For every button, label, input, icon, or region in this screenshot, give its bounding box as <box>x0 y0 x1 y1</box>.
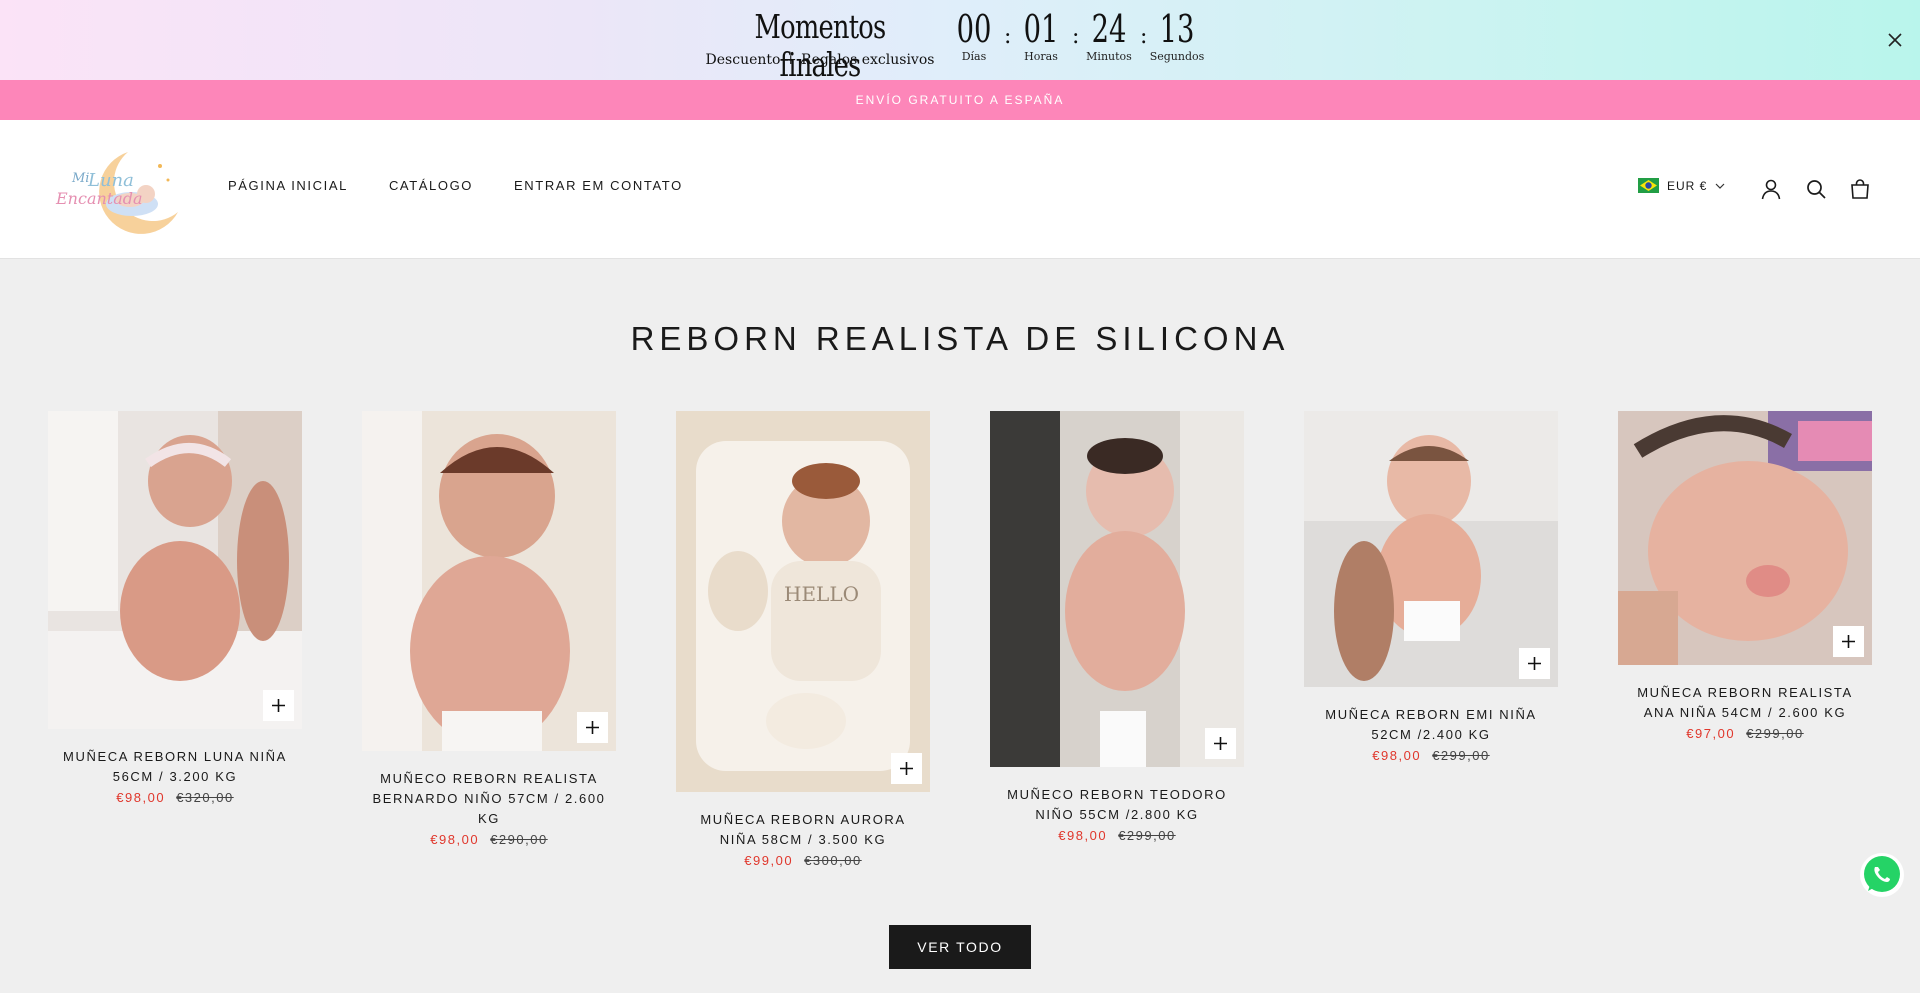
product-photo <box>48 411 302 729</box>
product-title[interactable]: MUÑECA REBORN REALISTA ANA NIÑA 54CM / 2… <box>1618 683 1872 723</box>
chevron-down-icon <box>1715 183 1725 189</box>
nav-home[interactable]: PÁGINA INICIAL <box>228 178 348 193</box>
announcement-bar: ENVÍO GRATUITO A ESPAÑA <box>0 80 1920 120</box>
countdown-seconds-label: Segundos <box>1149 50 1205 63</box>
countdown-seconds-value: 13 <box>1159 7 1195 51</box>
product-photo <box>362 411 616 751</box>
countdown-minutes-label: Minutos <box>1086 50 1132 63</box>
countdown-hours-label: Horas <box>1024 50 1058 63</box>
plus-icon <box>1214 737 1227 750</box>
product-title[interactable]: MUÑECA REBORN EMI NIÑA 52CM /2.400 KG <box>1304 705 1558 745</box>
countdown-days: 00 Días <box>946 8 1002 63</box>
product-price: €99,00 €300,00 <box>676 853 930 868</box>
plus-icon <box>1528 657 1541 670</box>
compare-price: €320,00 <box>176 790 234 805</box>
product-image[interactable] <box>1304 411 1558 687</box>
sale-price: €98,00 <box>1372 748 1422 763</box>
quick-add-button[interactable] <box>891 753 922 784</box>
compare-price: €300,00 <box>804 853 862 868</box>
quick-add-button[interactable] <box>1205 728 1236 759</box>
nav-contact[interactable]: ENTRAR EM CONTATO <box>514 178 683 193</box>
product-price: €98,00 €299,00 <box>1304 748 1558 763</box>
product-title[interactable]: MUÑECO REBORN REALISTA BERNARDO NIÑO 57C… <box>362 769 616 829</box>
compare-price: €290,00 <box>490 832 548 847</box>
product-title[interactable]: MUÑECO REBORN TEODORO NIÑO 55CM /2.800 K… <box>990 785 1244 825</box>
product-title[interactable]: MUÑECA REBORN LUNA NIÑA 56CM / 3.200 KG <box>48 747 302 787</box>
plus-icon <box>900 762 913 775</box>
store-logo[interactable]: Mi Luna Encantada <box>50 146 188 236</box>
countdown-separator: : <box>1004 24 1012 49</box>
product-image[interactable] <box>48 411 302 729</box>
product-price: €98,00 €299,00 <box>990 828 1244 843</box>
compare-price: €299,00 <box>1118 828 1176 843</box>
countdown-days-value: 00 <box>956 7 992 51</box>
product-photo <box>1304 411 1558 687</box>
sale-price: €97,00 <box>1686 726 1736 741</box>
product-card[interactable]: HELLO MUÑECA REBORN AURORA NIÑA 58CM / 3… <box>676 411 930 868</box>
countdown-title: Momentos finales <box>754 7 887 84</box>
compare-price: €299,00 <box>1432 748 1490 763</box>
brazil-flag-icon <box>1638 178 1659 193</box>
sale-price: €98,00 <box>1058 828 1108 843</box>
close-countdown-button[interactable] <box>1880 22 1910 58</box>
product-price: €97,00 €299,00 <box>1618 726 1872 741</box>
svg-text:Encantada: Encantada <box>55 189 143 208</box>
nav-catalog[interactable]: CATÁLOGO <box>389 178 473 193</box>
quick-add-button[interactable] <box>577 712 608 743</box>
countdown-separator: : <box>1140 24 1148 49</box>
view-all-button[interactable]: VER TODO <box>889 925 1031 969</box>
product-image[interactable] <box>990 411 1244 767</box>
quick-add-button[interactable] <box>263 690 294 721</box>
product-photo: HELLO <box>676 411 930 792</box>
product-image[interactable]: HELLO <box>676 411 930 792</box>
plus-icon <box>586 721 599 734</box>
svg-text:Luna: Luna <box>87 170 134 191</box>
countdown-seconds: 13 Segundos <box>1149 8 1205 63</box>
svg-text:Mi: Mi <box>71 171 89 186</box>
product-card[interactable]: MUÑECA REBORN EMI NIÑA 52CM /2.400 KG €9… <box>1304 411 1558 763</box>
currency-selector[interactable]: EUR € <box>1638 178 1725 193</box>
countdown-hours: 01 Horas <box>1013 8 1069 63</box>
sale-price: €98,00 <box>116 790 166 805</box>
cart-icon[interactable] <box>1849 178 1871 200</box>
product-title[interactable]: MUÑECA REBORN AURORA NIÑA 58CM / 3.500 K… <box>676 810 930 850</box>
plus-icon <box>1842 635 1855 648</box>
site-header: Mi Luna Encantada PÁGINA INICIAL CATÁLOG… <box>0 120 1920 259</box>
product-price: €98,00 €290,00 <box>362 832 616 847</box>
countdown-separator: : <box>1072 24 1080 49</box>
product-card[interactable]: MUÑECA REBORN LUNA NIÑA 56CM / 3.200 KG … <box>48 411 302 805</box>
account-icon[interactable] <box>1760 178 1782 200</box>
sale-price: €98,00 <box>430 832 480 847</box>
plus-icon <box>272 699 285 712</box>
countdown-days-label: Días <box>961 50 987 63</box>
countdown-minutes: 24 Minutos <box>1081 8 1137 63</box>
product-card[interactable]: MUÑECA REBORN REALISTA ANA NIÑA 54CM / 2… <box>1618 411 1872 741</box>
compare-price: €299,00 <box>1746 726 1804 741</box>
whatsapp-icon[interactable] <box>1859 852 1905 898</box>
search-icon[interactable] <box>1805 178 1827 200</box>
product-card[interactable]: MUÑECO REBORN REALISTA BERNARDO NIÑO 57C… <box>362 411 616 847</box>
countdown-bar: Momentos finales Descuento + Regalos exc… <box>0 0 1920 84</box>
product-price: €98,00 €320,00 <box>48 790 302 805</box>
product-card[interactable]: MUÑECO REBORN TEODORO NIÑO 55CM /2.800 K… <box>990 411 1244 843</box>
quick-add-button[interactable] <box>1519 648 1550 679</box>
close-icon <box>1888 33 1902 47</box>
product-photo <box>990 411 1244 767</box>
sale-price: €99,00 <box>744 853 794 868</box>
countdown-hours-value: 01 <box>1023 7 1059 51</box>
moon-baby-logo-icon: Mi Luna Encantada <box>55 152 178 234</box>
svg-text:HELLO: HELLO <box>784 582 859 606</box>
product-image[interactable] <box>362 411 616 751</box>
quick-add-button[interactable] <box>1833 626 1864 657</box>
section-title: REBORN REALISTA DE SILICONA <box>630 320 1290 357</box>
countdown-minutes-value: 24 <box>1091 7 1127 51</box>
currency-label: EUR € <box>1667 178 1708 193</box>
countdown-subtitle: Descuento + Regalos exclusivos <box>705 52 935 68</box>
product-image[interactable] <box>1618 411 1872 665</box>
main-nav: PÁGINA INICIAL CATÁLOGO ENTRAR EM CONTAT… <box>228 178 683 193</box>
